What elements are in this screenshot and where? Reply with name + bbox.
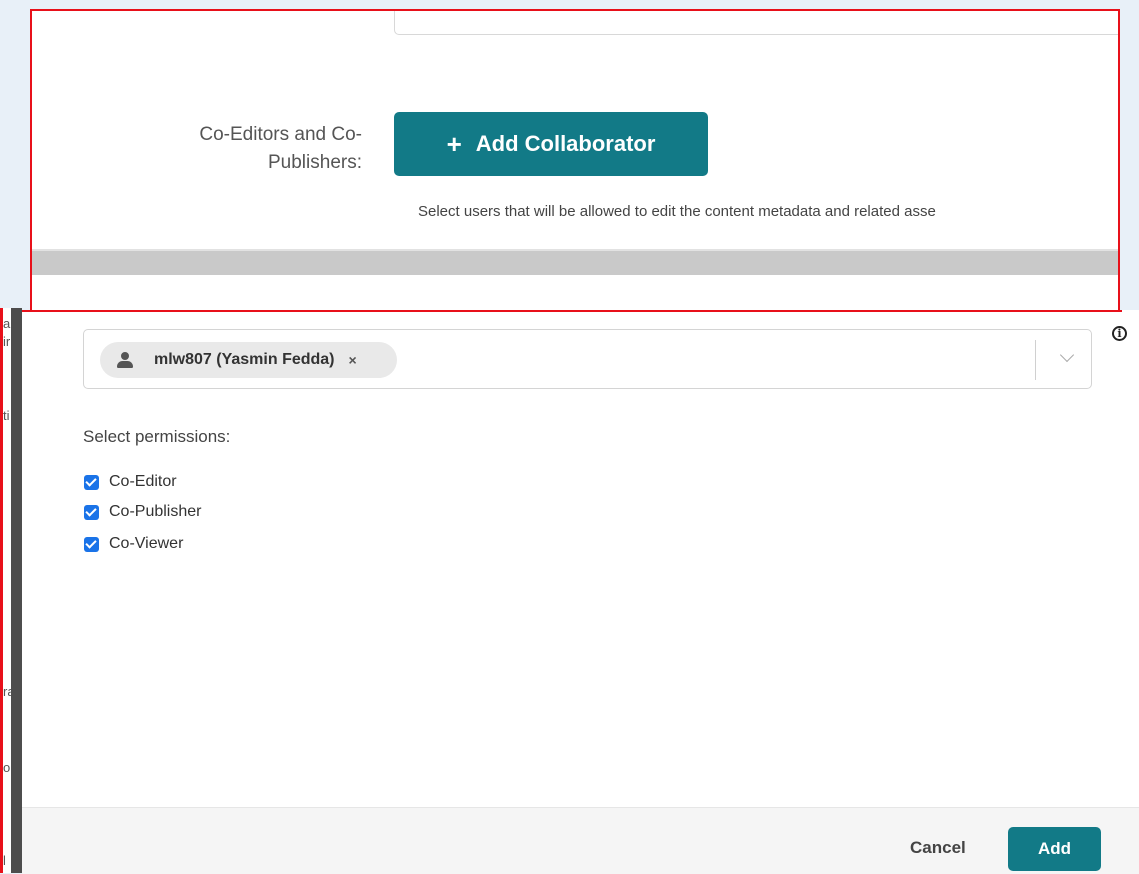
background-text-fragment: a bbox=[3, 316, 11, 331]
co-publisher-checkbox[interactable] bbox=[84, 504, 99, 520]
background-text-fragment: l bbox=[3, 853, 6, 868]
co-editor-checkbox[interactable] bbox=[84, 474, 99, 490]
background-text-fragment: ir bbox=[3, 334, 11, 349]
modal-backdrop bbox=[11, 308, 22, 873]
background-page-strip: a ir ti ra ol l bbox=[0, 308, 22, 873]
permissions-title: Select permissions: bbox=[83, 427, 231, 446]
user-icon bbox=[116, 352, 134, 368]
add-collaborator-button[interactable]: + Add Collaborator bbox=[394, 112, 708, 176]
add-button[interactable]: Add bbox=[1008, 827, 1101, 871]
permission-label: Co-Editor bbox=[109, 473, 177, 490]
select-separator bbox=[1035, 340, 1036, 380]
collaborator-helper-text: Select users that will be allowed to edi… bbox=[418, 203, 936, 220]
permission-co-publisher[interactable]: Co-Publisher bbox=[84, 503, 201, 521]
co-viewer-checkbox[interactable] bbox=[84, 536, 99, 552]
permission-label: Co-Publisher bbox=[109, 503, 202, 520]
form-section-crop: Co-Editors and Co- Publishers: + Add Col… bbox=[30, 9, 1120, 315]
cancel-button[interactable]: Cancel bbox=[910, 838, 966, 858]
plus-icon: + bbox=[446, 129, 462, 159]
modal-footer: Cancel Add bbox=[22, 807, 1139, 874]
background-text-fragment: ti bbox=[3, 408, 10, 423]
coeditors-label-line2: Publishers: bbox=[268, 152, 362, 173]
modal-highlight-border bbox=[22, 310, 1122, 312]
user-multiselect[interactable]: mlw807 (Yasmin Fedda) × bbox=[83, 329, 1092, 389]
info-icon[interactable]: i bbox=[1112, 326, 1127, 341]
chevron-down-icon[interactable] bbox=[1059, 347, 1075, 363]
selected-user-chip: mlw807 (Yasmin Fedda) × bbox=[100, 342, 397, 378]
section-divider bbox=[32, 249, 1118, 275]
remove-user-icon[interactable]: × bbox=[349, 352, 357, 368]
coeditors-label: Co-Editors and Co- Publishers: bbox=[122, 121, 362, 177]
permission-label: Co-Viewer bbox=[109, 535, 184, 552]
selected-user-label: mlw807 (Yasmin Fedda) bbox=[154, 351, 335, 368]
permission-co-viewer[interactable]: Co-Viewer bbox=[84, 535, 183, 553]
coeditors-label-line1: Co-Editors and Co- bbox=[199, 124, 362, 145]
add-collaborator-label: Add Collaborator bbox=[475, 131, 656, 156]
permission-co-editor[interactable]: Co-Editor bbox=[84, 473, 177, 491]
previous-field-input[interactable] bbox=[394, 11, 1118, 35]
add-collaborator-modal: mlw807 (Yasmin Fedda) × i Select permiss… bbox=[22, 310, 1139, 874]
